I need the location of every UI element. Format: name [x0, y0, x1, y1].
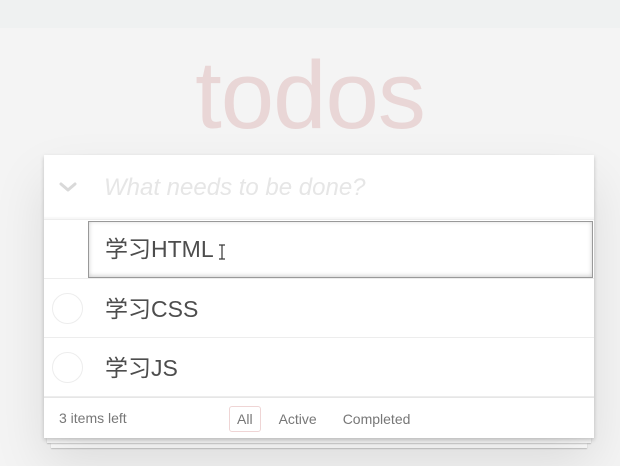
- filter-list: All Active Completed: [229, 406, 418, 432]
- browser-top-strip: [0, 0, 620, 28]
- items-left-count: 3 items left: [59, 410, 127, 426]
- todo-item: 学习JS: [44, 338, 594, 397]
- stack-shadow-2: [51, 443, 587, 448]
- todo-edit-text: 学习HTML: [105, 236, 214, 262]
- header-row: [44, 155, 594, 220]
- todo-app: 学习HTML 学习CSS 学习JS 3 items left All Activ…: [44, 155, 594, 438]
- todo-footer: 3 items left All Active Completed: [44, 397, 594, 438]
- todo-label[interactable]: 学习JS: [105, 352, 178, 384]
- stack-shadow-1: [47, 438, 591, 443]
- filter-completed[interactable]: Completed: [335, 406, 419, 432]
- todo-item-editing[interactable]: 学习HTML: [44, 220, 594, 279]
- todo-label[interactable]: 学习CSS: [105, 293, 198, 325]
- todo-checkbox[interactable]: [52, 352, 83, 383]
- todo-item: 学习CSS: [44, 279, 594, 338]
- todo-checkbox[interactable]: [52, 293, 83, 324]
- app-title: todos: [195, 42, 426, 149]
- filter-active[interactable]: Active: [271, 406, 325, 432]
- filter-all[interactable]: All: [229, 406, 261, 432]
- text-cursor-icon: [218, 244, 226, 260]
- new-todo-input[interactable]: [104, 167, 574, 209]
- todo-edit-field[interactable]: 学习HTML: [88, 221, 593, 278]
- chevron-down-icon[interactable]: [58, 175, 78, 199]
